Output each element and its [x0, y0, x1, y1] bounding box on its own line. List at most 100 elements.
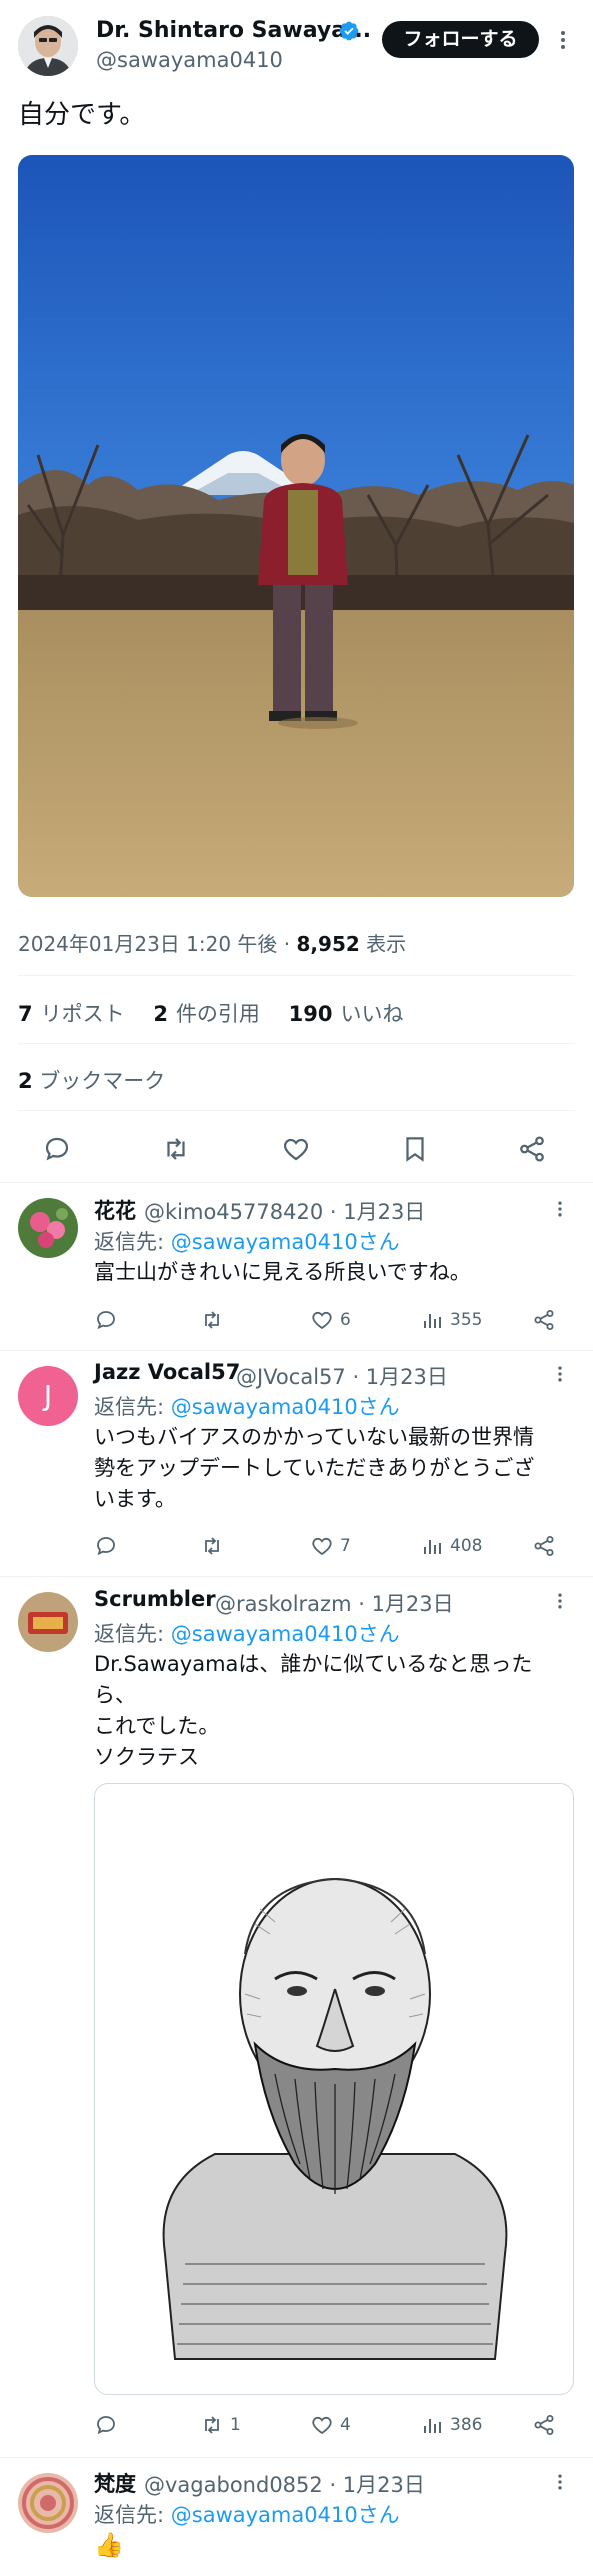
reply-text-line: いつもバイアスのかかっていない最新の世界情	[94, 1425, 534, 1449]
reply-author-name[interactable]: 梵度	[94, 2468, 136, 2498]
author-avatar[interactable]	[18, 16, 78, 76]
reply-like-count: 6	[340, 1310, 351, 1330]
repost-icon[interactable]: 1	[200, 2410, 241, 2440]
reply-date[interactable]: · 1月23日	[352, 1365, 447, 1389]
views-count: 8,952	[296, 932, 360, 956]
reply-to-link[interactable]: @sawayama0410さん	[171, 1622, 400, 1646]
divider	[0, 2457, 593, 2458]
reply-text-line: ソクラテス	[94, 1745, 199, 1769]
reply-to-prefix: 返信先:	[94, 1395, 171, 1419]
reply-text-line: Dr.Sawayamaは、誰かに似ているなと思った	[94, 1652, 533, 1676]
reply-handle[interactable]: @vagabond0852	[144, 2473, 323, 2497]
reply-handle[interactable]: @JVocal57	[236, 1365, 346, 1389]
reply-view-count: 386	[450, 2415, 483, 2435]
share-icon[interactable]	[532, 1305, 556, 1335]
engagement-stats: 7 リポスト 2 件の引用 190 いいね	[18, 998, 425, 1028]
reply-date[interactable]: · 1月23日	[358, 1592, 453, 1616]
more-options-icon[interactable]	[550, 1364, 570, 1384]
more-options-icon[interactable]	[550, 1199, 570, 1219]
tweet-timestamp[interactable]: 2024年01月23日 1:20 午後	[18, 932, 277, 956]
likes-label[interactable]: いいね	[340, 1002, 403, 1026]
reply-author-name[interactable]: Scrumbler	[94, 1587, 216, 1611]
reply-handle[interactable]: @kimo45778420	[144, 1200, 323, 1224]
reply-avatar[interactable]: J	[18, 1366, 78, 1426]
author-handle[interactable]: @sawayama0410	[96, 48, 283, 72]
like-icon[interactable]: 7	[310, 1531, 351, 1561]
reply-avatar[interactable]	[18, 2473, 78, 2533]
reply-author-handle: @JVocal57 · 1月23日	[236, 1361, 448, 1391]
reply-view-count: 408	[450, 1536, 483, 1556]
share-icon[interactable]	[532, 2410, 556, 2440]
tweet-photo[interactable]	[18, 155, 574, 897]
reply-text-line: います。	[94, 1487, 176, 1511]
reply-date[interactable]: · 1月23日	[330, 1200, 425, 1224]
reply-avatar[interactable]	[18, 1198, 78, 1258]
reply-text-line: ら、	[94, 1683, 136, 1707]
reply-icon[interactable]	[94, 2410, 118, 2440]
tweet-actions	[0, 1120, 593, 1180]
bookmarks-count: 2	[18, 1069, 33, 1093]
tweet-header: Dr. Shintaro Sawaya... @sawayama0410 フォロ…	[18, 14, 575, 76]
divider	[0, 1182, 593, 1183]
reply-view-count: 355	[450, 1310, 483, 1330]
reply-to: 返信先: @sawayama0410さん	[94, 1226, 400, 1256]
views-label: 表示	[366, 932, 407, 956]
like-icon[interactable]	[281, 1134, 311, 1164]
reply-actions: 1 4 386	[94, 2410, 560, 2440]
verified-badge-icon	[338, 20, 360, 42]
more-options-icon[interactable]	[550, 1591, 570, 1611]
reply-icon[interactable]	[94, 1531, 118, 1561]
like-icon[interactable]: 4	[310, 2410, 351, 2440]
reply-date[interactable]: · 1月23日	[329, 2473, 424, 2497]
reply-to-prefix: 返信先:	[94, 1622, 171, 1646]
views-icon[interactable]: 386	[420, 2410, 482, 2440]
reposts-count[interactable]: 7	[18, 1002, 33, 1026]
reply-author-handle: @kimo45778420 · 1月23日	[144, 1196, 425, 1226]
reply-actions: 6 355	[94, 1305, 560, 1335]
tweet-meta: 2024年01月23日 1:20 午後 · 8,952 表示	[18, 928, 406, 957]
meta-separator: ·	[283, 932, 291, 956]
bookmarks-label: ブックマーク	[39, 1069, 166, 1093]
likes-count[interactable]: 190	[289, 1002, 333, 1026]
reply-like-count: 4	[340, 2415, 351, 2435]
reply-like-count: 7	[340, 1536, 351, 1556]
repost-icon[interactable]	[161, 1134, 191, 1164]
bookmark-icon[interactable]	[400, 1134, 430, 1164]
repost-icon[interactable]	[200, 1305, 230, 1335]
reply-image-socrates-bust[interactable]	[94, 1783, 574, 2395]
reply-actions: 7 408	[94, 1531, 560, 1561]
reply-to-link[interactable]: @sawayama0410さん	[171, 1395, 400, 1419]
reply-icon[interactable]	[42, 1134, 72, 1164]
like-icon[interactable]: 6	[310, 1305, 351, 1335]
reposts-label[interactable]: リポスト	[41, 1002, 125, 1026]
share-icon[interactable]	[532, 1531, 556, 1561]
reply-to: 返信先: @sawayama0410さん	[94, 2499, 400, 2529]
follow-button[interactable]: フォローする	[382, 21, 539, 58]
reply-author-handle: @vagabond0852 · 1月23日	[144, 2469, 425, 2499]
reply-avatar[interactable]	[18, 1592, 78, 1652]
bookmarks-stat: 2 ブックマーク	[18, 1065, 165, 1095]
reply-author-name[interactable]: Jazz Vocal57	[94, 1360, 240, 1384]
reply-text: Dr.Sawayamaは、誰かに似ているなと思った ら、 これでした。 ソクラテ…	[94, 1649, 532, 1773]
quotes-count[interactable]: 2	[153, 1002, 168, 1026]
tweet-text: 自分です。	[18, 100, 146, 130]
more-options-icon[interactable]	[550, 2472, 570, 2492]
divider	[0, 1350, 593, 1351]
divider	[18, 975, 575, 976]
reply-author-name[interactable]: 花花	[94, 1195, 136, 1225]
reply-handle[interactable]: @raskolrazm	[215, 1592, 352, 1616]
reply-text: いつもバイアスのかかっていない最新の世界情 勢をアップデートしていただきありがと…	[94, 1422, 534, 1515]
views-icon[interactable]: 408	[420, 1531, 482, 1561]
share-icon[interactable]	[517, 1134, 547, 1164]
reply-to-link[interactable]: @sawayama0410さん	[171, 2503, 400, 2527]
author-name[interactable]: Dr. Shintaro Sawaya...	[96, 18, 371, 43]
reply-text: 富士山がきれいに見える所良いですね。	[94, 1260, 471, 1284]
views-icon[interactable]: 355	[420, 1305, 482, 1335]
quotes-label[interactable]: 件の引用	[176, 1002, 260, 1026]
reply-to-prefix: 返信先:	[94, 2503, 171, 2527]
more-options-icon[interactable]	[551, 28, 575, 52]
reply-icon[interactable]	[94, 1305, 118, 1335]
repost-icon[interactable]	[200, 1531, 230, 1561]
reply-to-link[interactable]: @sawayama0410さん	[171, 1230, 400, 1254]
reply-text: 👍	[94, 2531, 124, 2559]
